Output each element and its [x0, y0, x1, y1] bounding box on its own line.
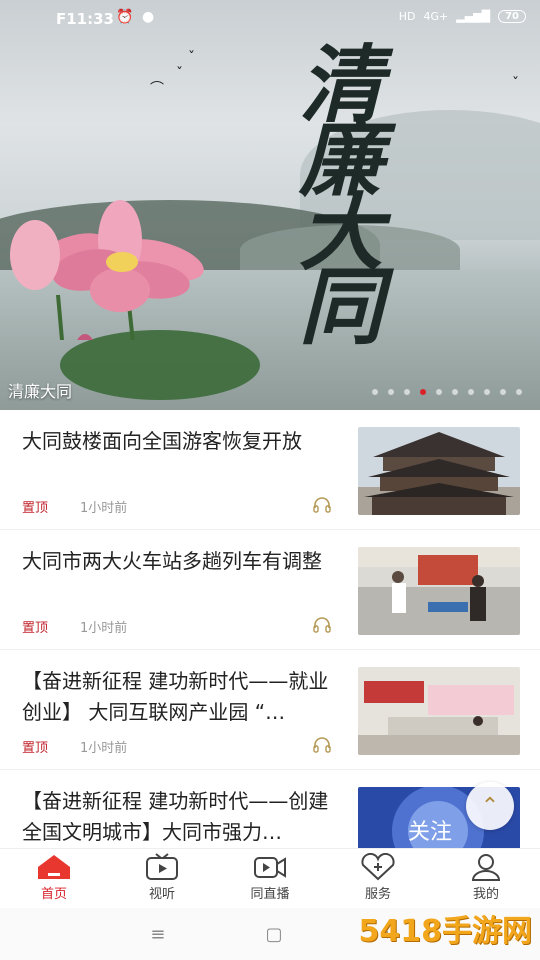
wechat-icon: ●	[142, 9, 155, 25]
network-label: 4G+	[423, 10, 449, 23]
tab-label: 视听	[148, 887, 175, 902]
news-list: 大同鼓楼面向全国游客恢复开放 置顶 1小时前 大同市两大火车站多趟列车有调整 置…	[0, 410, 540, 890]
carousel-indicator[interactable]	[372, 389, 522, 395]
headphone-icon[interactable]	[312, 497, 332, 513]
news-thumbnail[interactable]	[358, 667, 520, 755]
carousel-dot[interactable]	[484, 389, 490, 395]
signal-icon: ▂▄▆█	[456, 10, 491, 23]
bird-icon: ⌒	[150, 81, 164, 97]
tab-audiovisual[interactable]: 视听	[108, 849, 216, 908]
thumbnail-caption: 关注	[408, 820, 453, 845]
tab-label: 服务	[364, 887, 391, 902]
news-title: 【奋进新征程 建功新时代——就业创业】 大同互联网产业园 “…	[22, 669, 329, 724]
status-time: F11:33	[56, 10, 114, 28]
tv-icon	[146, 853, 178, 880]
tab-live[interactable]: 同直播	[216, 849, 324, 908]
headphone-icon[interactable]	[312, 617, 332, 633]
news-time: 1小时前	[80, 741, 128, 756]
bird-icon: ˇ	[512, 76, 519, 92]
tab-label: 同直播	[250, 887, 290, 902]
news-item[interactable]: 大同鼓楼面向全国游客恢复开放 置顶 1小时前	[0, 410, 540, 530]
lotus-leaf-shape	[60, 330, 260, 400]
scroll-to-top-button[interactable]: ⌃	[466, 782, 514, 830]
hd-icon: HD	[398, 10, 416, 23]
news-thumbnail[interactable]	[358, 547, 520, 635]
carousel-dot[interactable]	[500, 389, 506, 395]
bird-icon: ˇ	[188, 50, 195, 66]
lotus-flower-image	[10, 200, 204, 340]
headphone-icon[interactable]	[312, 737, 332, 753]
user-icon	[471, 854, 501, 881]
news-title: 大同鼓楼面向全国游客恢复开放	[22, 429, 302, 453]
banner-caption: 清廉大同	[8, 382, 73, 401]
news-thumbnail[interactable]	[358, 427, 520, 515]
carousel-dot[interactable]	[468, 389, 474, 395]
news-item[interactable]: 大同市两大火车站多趟列车有调整 置顶 1小时前	[0, 530, 540, 650]
status-right-group: HD 4G+ ▂▄▆█ 70	[399, 10, 526, 23]
watermark-logo: 5418手游网	[358, 914, 533, 949]
carousel-dot[interactable]	[388, 389, 394, 395]
home-icon	[38, 855, 70, 879]
carousel-dot[interactable]	[372, 389, 378, 395]
home-square-icon[interactable]: ▢	[265, 924, 282, 945]
news-time: 1小时前	[80, 621, 128, 636]
carousel-dot[interactable]	[404, 389, 410, 395]
tab-services[interactable]: 服务	[324, 849, 432, 908]
pinned-tag: 置顶	[22, 741, 49, 756]
tab-profile[interactable]: 我的	[432, 849, 540, 908]
bird-icon: ˇ	[176, 66, 183, 82]
carousel-dot[interactable]	[452, 389, 458, 395]
banner-calligraphy-title: 清 廉 大 同	[286, 43, 396, 356]
carousel-dot[interactable]	[436, 389, 442, 395]
menu-icon[interactable]: ≡	[150, 924, 165, 945]
battery-indicator: 70	[498, 10, 526, 23]
chevron-up-icon: ⌃	[480, 793, 500, 819]
heart-plus-icon	[361, 853, 395, 881]
title-char: 同	[298, 258, 383, 356]
news-time: 1小时前	[80, 501, 128, 516]
news-title: 【奋进新征程 建功新时代——创建全国文明城市】大同市强力…	[22, 789, 329, 844]
tab-label: 首页	[40, 887, 67, 902]
pinned-tag: 置顶	[22, 621, 49, 636]
video-live-icon	[254, 857, 286, 878]
carousel-dot[interactable]	[516, 389, 522, 395]
alarm-icon: ⏰	[116, 9, 134, 25]
carousel-dot[interactable]	[420, 389, 426, 395]
hero-banner[interactable]: F11:33 ⏰ ● HD 4G+ ▂▄▆█ 70 ⌒ ˇ ˇ ˇ 清 廉 大 …	[0, 0, 540, 410]
news-item[interactable]: 【奋进新征程 建功新时代——就业创业】 大同互联网产业园 “… 置顶 1小时前	[0, 650, 540, 770]
tab-label: 我的	[472, 887, 499, 902]
news-title: 大同市两大火车站多趟列车有调整	[22, 549, 322, 573]
bottom-tab-bar: 首页 视听 同直播 服务 我的	[0, 848, 540, 908]
pinned-tag: 置顶	[22, 501, 49, 516]
tab-home[interactable]: 首页	[0, 849, 108, 908]
